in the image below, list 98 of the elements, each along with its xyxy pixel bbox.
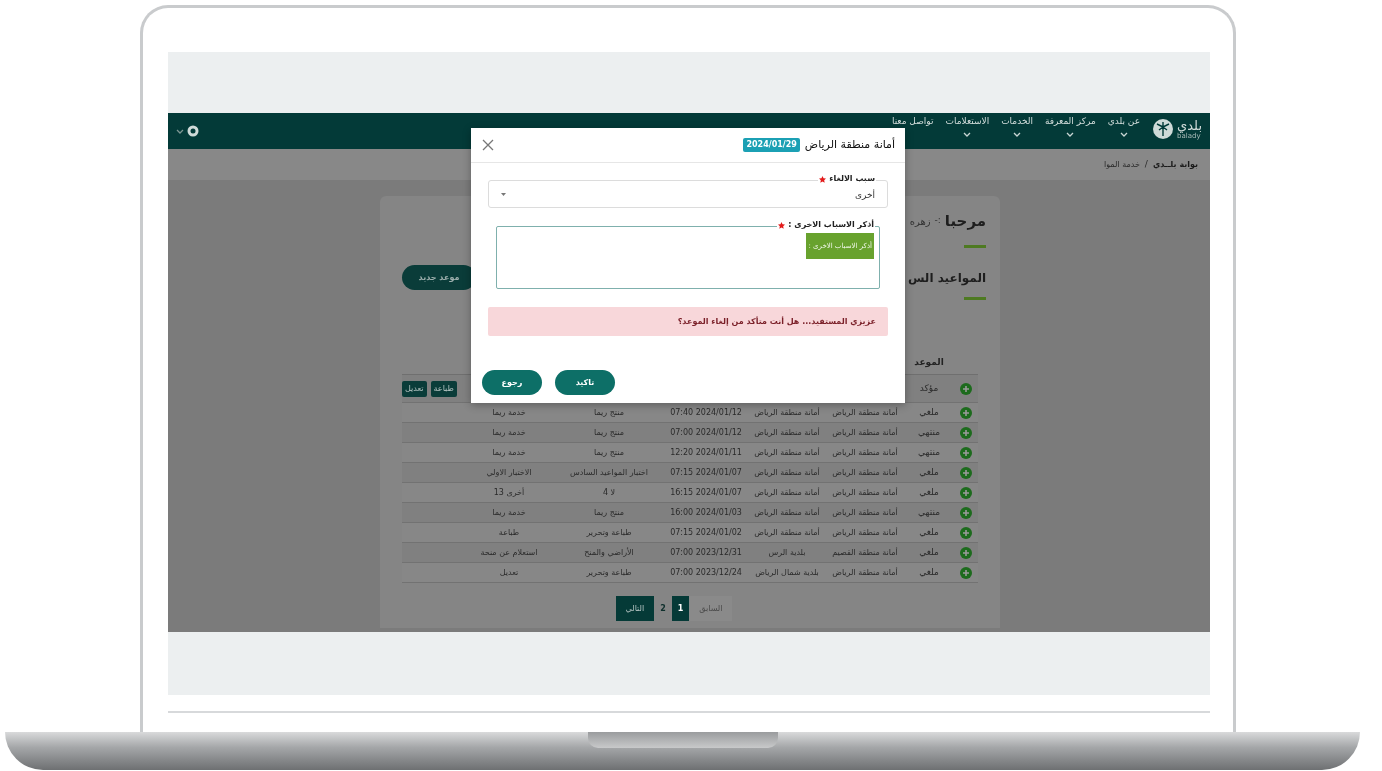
table-cell-text: 07:00 2023/12/24 <box>669 566 743 579</box>
pagination-button[interactable]: التالي <box>615 596 655 621</box>
table-cell-text: أمانة منطقة الرياض <box>831 406 899 419</box>
table-cell-text: تعديل <box>498 566 520 579</box>
plus-circle-icon[interactable] <box>960 566 972 579</box>
table-cell-text: طباعة وتحرير <box>585 526 633 539</box>
breadcrumb-link[interactable]: خدمة الموا <box>1103 158 1140 171</box>
table-cell-text: أمانة منطقة الرياض <box>753 406 821 419</box>
plus-circle-icon[interactable] <box>960 466 972 479</box>
table-cell-text: أمانة منطقة الرياض <box>831 566 899 579</box>
close-button[interactable] <box>481 138 495 152</box>
close-icon <box>482 139 494 151</box>
chevron-down-icon <box>1119 132 1128 137</box>
table-cell-text: 07:00 2024/01/12 <box>669 426 743 439</box>
breadcrumb-link[interactable]: بوابة بلــدي <box>1152 158 1198 171</box>
table-cell-text: 07:15 2024/01/02 <box>669 526 743 539</box>
date-badge: 2024/01/29 <box>743 138 800 152</box>
status-cell-text: ملغي <box>918 545 940 559</box>
table-cell-text: أمانة منطقة الرياض <box>831 486 899 499</box>
table-cell-text: طباعة <box>497 526 521 539</box>
user-name: زهره <box>909 214 931 229</box>
table-cell-text: أمانة منطقة الرياض <box>831 506 899 519</box>
logo-text: بلدي <box>1177 118 1202 132</box>
table-cell-text: أمانة منطقة الرياض <box>831 466 899 479</box>
chevron-down-icon <box>1066 132 1075 137</box>
table-cell-text: استعلام عن منحة <box>479 546 539 559</box>
table-cell-text: بلدية شمال الرياض <box>754 566 820 579</box>
table-cell-text: 16:00 2024/01/03 <box>669 506 743 519</box>
breadcrumb-separator: / <box>1144 157 1148 171</box>
table-cell-text: خدمة ريما <box>491 406 527 419</box>
table-cell-text: منتج ريما <box>593 446 625 459</box>
status-cell-text: ملغي <box>918 525 940 539</box>
table-cell-text: الاختبار الاولي <box>485 466 533 479</box>
table-cell-text: 07:00 2023/12/31 <box>669 546 743 559</box>
confirmation-alert: عزيزي المستفيد... هل أنت متأكد من إلغاء الموعد؟ <box>488 307 888 336</box>
table-cell-text: لا 4 <box>601 486 617 499</box>
table-cell-text: منتج ريما <box>593 426 625 439</box>
row-action-button[interactable]: طباعة <box>430 380 457 397</box>
chevron-down-icon <box>176 128 184 134</box>
nav-link[interactable]: تواصل معنا <box>891 116 934 127</box>
status-cell-text: منتهي <box>917 425 941 439</box>
table-cell-text: 12:20 2024/01/11 <box>669 446 743 459</box>
table-cell-text: خدمة ريما <box>491 426 527 439</box>
table-cell-text: أمانة منطقة الرياض <box>831 446 899 459</box>
table-cell-text: خدمة ريما <box>491 446 527 459</box>
table-cell-text: منتج ريما <box>593 506 625 519</box>
chevron-down-icon <box>1013 132 1022 137</box>
section-title: المواعيد الس <box>907 269 986 287</box>
palm-logo-icon <box>1152 118 1175 140</box>
plus-circle-icon[interactable] <box>960 426 972 439</box>
nav-link[interactable]: الخدمات <box>1001 116 1033 127</box>
table-cell-text: الأراضي والمنح <box>583 546 635 559</box>
table-cell-text: 07:15 2024/01/07 <box>669 466 743 479</box>
globe-icon[interactable] <box>187 125 199 137</box>
table-cell-text: 16:15 2024/01/07 <box>669 486 743 499</box>
table-cell-text: أمانة منطقة الرياض <box>753 466 821 479</box>
plus-circle-icon[interactable] <box>960 486 972 499</box>
select-value: أخرى <box>854 189 875 203</box>
dialog-title: أمانة منطقة الرياض <box>804 136 895 153</box>
status-cell-text: ملغي <box>918 485 940 499</box>
plus-circle-icon[interactable] <box>960 446 972 459</box>
column-header: الموعد <box>913 356 945 370</box>
table-cell-text: أمانة منطقة الرياض <box>753 486 821 499</box>
table-cell-text: أمانة منطقة الرياض <box>831 426 899 439</box>
nav-link[interactable]: مركز المعرفة <box>1044 116 1096 127</box>
status-cell-text: منتهي <box>917 445 941 459</box>
table-cell-text: اختبار المواعيد السادس <box>569 466 649 479</box>
table-cell-text: أمانة منطقة الرياض <box>753 446 821 459</box>
dialog-button[interactable]: رجوع <box>482 370 542 395</box>
status-cell-text: ملغي <box>918 405 940 419</box>
table-cell-text: طباعة وتحرير <box>585 566 633 579</box>
status-cell-text: منتهي <box>917 505 941 519</box>
plus-circle-icon[interactable] <box>960 546 972 559</box>
table-cell-text: أمانة منطقة الرياض <box>831 526 899 539</box>
greeting-title: مرحبا <box>944 210 986 232</box>
nav-link[interactable]: الاستعلامات <box>945 116 990 127</box>
plus-circle-icon[interactable] <box>960 406 972 419</box>
table-cell-text: منتج ريما <box>593 406 625 419</box>
table-cell-text: أمانة منطقة الرياض <box>753 426 821 439</box>
plus-circle-icon[interactable] <box>960 506 972 519</box>
nav-link[interactable]: عن بلدي <box>1107 116 1141 127</box>
table-cell-text: 07:40 2024/01/12 <box>669 406 743 419</box>
field-label: أذكر الاسباب الاخرى : <box>788 220 874 230</box>
status-cell-text: ملغي <box>918 465 940 479</box>
dialog-button[interactable]: تاكيد <box>555 370 615 395</box>
table-cell-text: أخرى 13 <box>492 486 526 499</box>
plus-circle-icon[interactable] <box>960 526 972 539</box>
table-cell-text: أمانة منطقة القصيم <box>831 546 899 559</box>
status-cell-text: ملغي <box>918 565 940 579</box>
greeting-separator: :- <box>934 214 941 228</box>
chevron-down-icon <box>963 132 972 137</box>
row-action-button[interactable]: تعديل <box>402 380 427 397</box>
table-cell-text: أمانة منطقة الرياض <box>753 526 821 539</box>
table-cell-text: بلدية الرس <box>767 546 807 559</box>
table-cell-text: أمانة منطقة الرياض <box>753 506 821 519</box>
plus-circle-icon[interactable] <box>960 382 972 395</box>
status-cell-text: مؤكد <box>918 381 940 395</box>
table-cell-text: خدمة ريما <box>491 506 527 519</box>
